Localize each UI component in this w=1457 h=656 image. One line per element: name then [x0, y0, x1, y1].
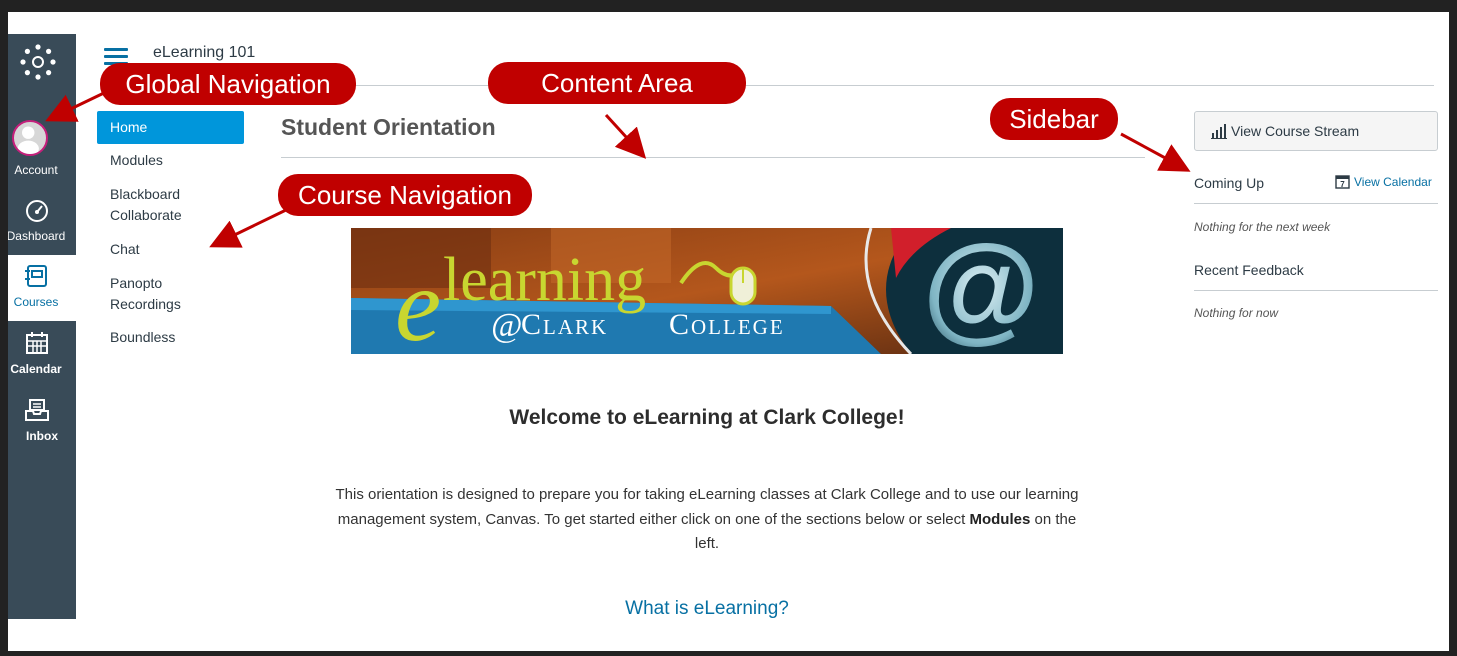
inbox-icon: [25, 399, 49, 421]
bar-chart-icon: [1211, 124, 1227, 139]
callout-global-navigation: Global Navigation: [100, 63, 356, 105]
global-nav-label: Inbox: [26, 429, 58, 443]
content-divider: [281, 157, 1145, 158]
view-course-stream-button[interactable]: View Course Stream: [1194, 111, 1438, 151]
intro-paragraph: This orientation is designed to prepare …: [326, 483, 1088, 557]
intro-modules-bold: Modules: [969, 510, 1031, 528]
course-nav-boundless[interactable]: Boundless: [97, 327, 244, 348]
course-nav-blackboard-collaborate[interactable]: Blackboard Collaborate: [97, 184, 207, 226]
banner-clark-word: Clark: [521, 308, 608, 341]
recent-feedback-empty-text: Nothing for now: [1194, 306, 1279, 320]
courses-icon: [25, 265, 47, 287]
dashboard-icon: [26, 200, 48, 222]
calendar-icon: [26, 332, 48, 354]
global-nav-account[interactable]: Account: [8, 118, 76, 184]
page-title: Student Orientation: [281, 114, 496, 140]
banner-at-symbol: @: [922, 228, 1039, 354]
welcome-heading: Welcome to eLearning at Clark College!: [509, 406, 905, 429]
global-nav-label: Dashboard: [8, 229, 66, 243]
banner-e-letter: e: [395, 248, 441, 354]
breadcrumb-course-title[interactable]: eLearning 101: [153, 44, 255, 62]
callout-sidebar: Sidebar: [990, 98, 1118, 140]
global-nav-label: Courses: [13, 295, 59, 309]
calendar-small-icon: 7: [1335, 175, 1350, 189]
global-nav-label: Account: [14, 163, 58, 177]
sidebar-divider: [1194, 290, 1438, 291]
banner-college-word: College: [669, 308, 785, 341]
global-nav-inbox[interactable]: Inbox: [8, 389, 76, 455]
calendar-day-number: 7: [1340, 180, 1345, 189]
course-nav-chat[interactable]: Chat: [97, 239, 244, 260]
global-nav-courses[interactable]: Courses: [8, 255, 76, 321]
global-nav-dashboard[interactable]: Dashboard: [8, 189, 76, 255]
course-nav-panopto-recordings[interactable]: Panopto Recordings: [97, 273, 207, 315]
elearning-clark-college-banner: @ e learning @ Clark College: [351, 228, 1063, 354]
global-nav-calendar[interactable]: Calendar: [8, 322, 76, 388]
intro-text-before: This orientation is designed to prepare …: [335, 486, 1079, 528]
callout-course-navigation: Course Navigation: [278, 174, 532, 216]
canvas-logo-icon[interactable]: [18, 42, 58, 82]
course-nav-modules[interactable]: Modules: [97, 150, 244, 171]
view-calendar-label: View Calendar: [1354, 175, 1432, 189]
global-navigation: Account Dashboard Courses Calendar Inbox: [8, 34, 76, 619]
coming-up-heading: Coming Up: [1194, 175, 1265, 191]
banner-learning-word: learning: [443, 246, 646, 314]
course-nav-home[interactable]: Home: [97, 111, 244, 144]
global-nav-label: Calendar: [10, 362, 62, 376]
avatar-icon: [12, 120, 48, 156]
banner-at-small: @: [491, 307, 522, 344]
sidebar-divider: [1194, 203, 1438, 204]
coming-up-empty-text: Nothing for the next week: [1194, 220, 1331, 234]
what-is-elearning-link[interactable]: What is eLearning?: [351, 598, 1063, 620]
canvas-lms-window: Account Dashboard Courses Calendar Inbox…: [8, 12, 1449, 651]
recent-feedback-heading: Recent Feedback: [1194, 262, 1304, 278]
view-course-stream-label: View Course Stream: [1231, 123, 1360, 139]
callout-content-area: Content Area: [488, 62, 746, 104]
